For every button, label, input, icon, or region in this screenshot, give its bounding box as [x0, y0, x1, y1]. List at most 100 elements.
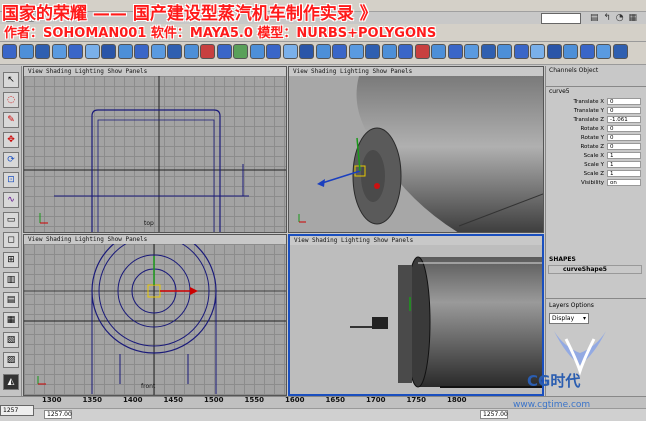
channel-attribute-row[interactable]: Rotate X0 [546, 125, 646, 133]
shelf-tool-icon[interactable] [546, 44, 562, 59]
viewport-menu[interactable]: View Shading Lighting Show Panels [24, 235, 286, 244]
shelf-tool-icon[interactable] [167, 44, 182, 59]
shape-node[interactable]: curveShape5 [548, 265, 642, 274]
range-start-field[interactable]: 1257.00 [44, 410, 72, 419]
shelf-tool-icon[interactable] [365, 44, 380, 59]
channel-attribute-name: Rotate Y [580, 135, 604, 141]
shelf-tool-icon[interactable] [299, 44, 314, 59]
shelf-tool-icon[interactable] [513, 44, 529, 59]
show-manipulator-icon[interactable]: ▭ [3, 212, 19, 228]
shelf-tool-icon[interactable] [348, 44, 364, 59]
shelf-tool-icon[interactable] [233, 44, 248, 59]
channel-box: Channels Object curve5 Translate X 0 Trans… [545, 66, 646, 298]
shelf-tool-icon[interactable] [2, 44, 17, 59]
paint-select-icon[interactable]: ✎ [3, 112, 19, 128]
channel-attribute-value[interactable]: 0 [607, 125, 641, 132]
shelf-tool-icon[interactable] [579, 44, 595, 59]
channel-attribute-value[interactable]: 0 [607, 134, 641, 141]
channel-attribute-value[interactable]: 1 [607, 170, 641, 177]
search-input[interactable] [541, 13, 581, 24]
shelf-tool-icon[interactable] [68, 44, 83, 59]
rotate-tool-icon[interactable]: ⟳ [3, 152, 19, 168]
shelf-tool-icon[interactable] [266, 44, 281, 59]
locomotive-side-model [350, 256, 542, 388]
viewport-menu[interactable]: View Shading Lighting Show Panels [289, 67, 543, 76]
viewport-persp-upper[interactable]: View Shading Lighting Show Panels [288, 66, 544, 233]
shelf-tool-icon[interactable] [315, 44, 331, 59]
single-pane-icon[interactable]: ◻ [3, 232, 19, 248]
layout-c-icon[interactable]: ▦ [3, 312, 19, 328]
scale-tool-icon[interactable]: ⊡ [3, 172, 19, 188]
status-icons[interactable]: ▤ ↰ ◔ ▦ [590, 12, 646, 24]
shelf-tool-icon[interactable] [117, 44, 133, 59]
channel-attribute-row[interactable]: Scale Y1 [546, 161, 646, 169]
viewport-menu[interactable]: View Shading Lighting Show Panels [24, 67, 286, 76]
move-tool-icon[interactable]: ✥ [3, 132, 19, 148]
layout-a-icon[interactable]: ▥ [3, 272, 19, 288]
viewport-canvas[interactable]: front [24, 244, 286, 395]
viewport-canvas[interactable] [289, 76, 543, 232]
channel-attribute-row[interactable]: Rotate Z0 [546, 143, 646, 151]
shelf-tool-icon[interactable] [35, 44, 50, 59]
viewport-top[interactable]: View Shading Lighting Show Panels top [23, 66, 287, 233]
channel-attribute-row[interactable]: Translate Z -1.061 [546, 116, 646, 124]
shelf-tool-icon[interactable] [332, 44, 347, 59]
curve-tool-icon[interactable]: ∿ [3, 192, 19, 208]
shelf-tool-icon[interactable] [216, 44, 232, 59]
channel-attribute-value[interactable]: 0 [607, 143, 641, 150]
channel-attribute-row[interactable]: Visibility on [546, 179, 646, 187]
layer-editor-title[interactable]: Layers Options [549, 302, 594, 309]
shelf-tool-icon[interactable] [612, 44, 628, 59]
range-end-field[interactable]: 1257.00 [480, 410, 508, 419]
channel-attribute-row[interactable]: Translate X0 [546, 98, 646, 106]
channel-attribute-row[interactable]: Translate Y0 [546, 107, 646, 115]
shelf-tool-icon[interactable] [563, 44, 578, 59]
viewport-canvas[interactable] [290, 245, 542, 394]
layout-d-icon[interactable]: ▧ [3, 332, 19, 348]
timeline-tick-label: 1500 [204, 396, 224, 404]
layout-e-icon[interactable]: ▨ [3, 352, 19, 368]
shelf-tool-icon[interactable] [282, 44, 298, 59]
shelf-tool-icon[interactable] [480, 44, 496, 59]
channel-attribute-value[interactable]: 1 [607, 152, 641, 159]
shelf-tool-icon[interactable] [101, 44, 116, 59]
shelf-tool-icon[interactable] [431, 44, 446, 59]
shelf-tool-icon[interactable] [150, 44, 166, 59]
channel-box-tabs[interactable]: Channels Object [546, 66, 646, 76]
channel-attribute-row[interactable]: Scale Z1 [546, 170, 646, 178]
channel-attribute-value[interactable]: on [607, 179, 641, 186]
shelf-tool-icon[interactable] [381, 44, 397, 59]
layer-display-dropdown[interactable]: Display ▾ [549, 313, 589, 324]
shelf-tool-icon[interactable] [530, 44, 545, 59]
shelf-tool-icon[interactable] [497, 44, 512, 59]
shelf-tool-icon[interactable] [200, 44, 215, 59]
shelf-tool-icon[interactable] [134, 44, 149, 59]
lasso-tool-icon[interactable]: ◌ [3, 92, 19, 108]
shelf-tool-icon[interactable] [51, 44, 67, 59]
channel-attribute-value[interactable]: 1 [607, 161, 641, 168]
shelf-tool-icon[interactable] [249, 44, 265, 59]
shelf-tool-icon[interactable] [464, 44, 479, 59]
channel-attribute-row[interactable]: Scale X1 [546, 152, 646, 160]
viewport-persp-lower[interactable]: View Shading Lighting Show Panels [288, 234, 544, 396]
four-pane-icon[interactable]: ⊞ [3, 252, 19, 268]
shelf-tool-icon[interactable] [414, 44, 430, 59]
viewport-menu[interactable]: View Shading Lighting Show Panels [290, 236, 542, 245]
channel-attribute-name: Scale X [583, 153, 604, 159]
current-frame-field[interactable]: 1257 [0, 405, 34, 416]
channel-attribute-value[interactable]: -1.061 [607, 116, 641, 123]
layout-b-icon[interactable]: ▤ [3, 292, 19, 308]
shelf-tool-icon[interactable] [398, 44, 413, 59]
channel-box-object[interactable]: curve5 [546, 86, 646, 97]
channel-attribute-value[interactable]: 0 [607, 98, 641, 105]
shelf-tool-icon[interactable] [183, 44, 199, 59]
shelf-tool-icon[interactable] [84, 44, 100, 59]
shelf-tool-icon[interactable] [447, 44, 463, 59]
viewport-front[interactable]: View Shading Lighting Show Panels front [23, 234, 287, 396]
viewport-canvas[interactable]: top [24, 76, 286, 232]
channel-attribute-row[interactable]: Rotate Y0 [546, 134, 646, 142]
shelf-tool-icon[interactable] [596, 44, 611, 59]
channel-attribute-value[interactable]: 0 [607, 107, 641, 114]
select-tool-icon[interactable]: ↖ [3, 72, 19, 88]
shelf-tool-icon[interactable] [18, 44, 34, 59]
